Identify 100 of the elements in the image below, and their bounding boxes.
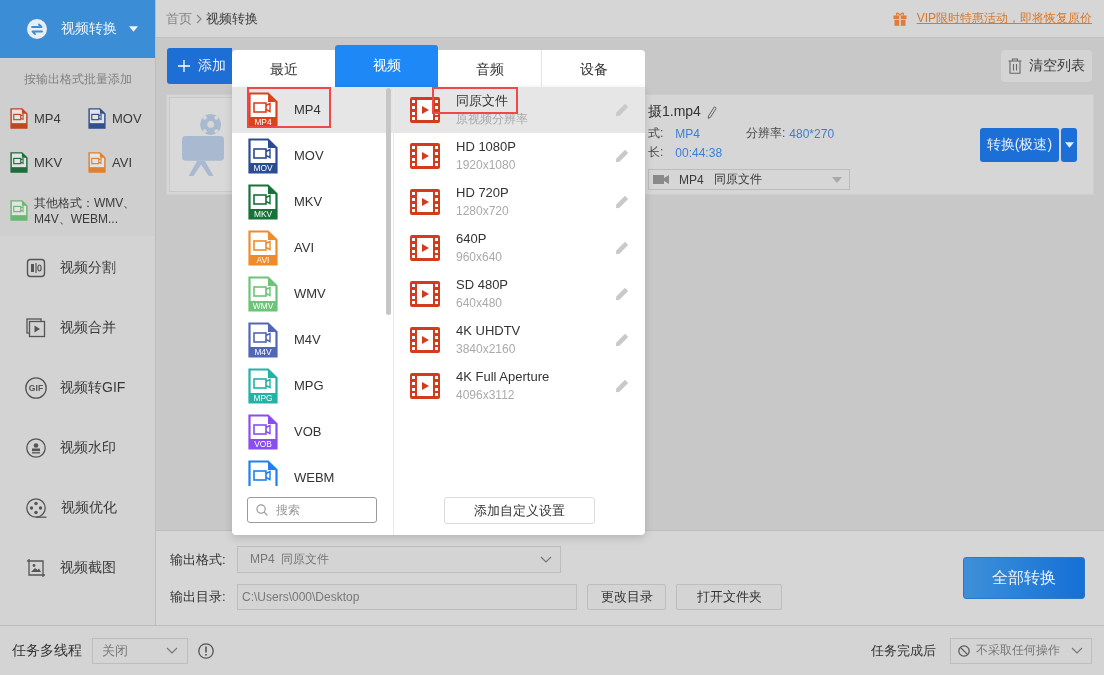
plus-icon [178,60,190,72]
category-tab[interactable]: 音频 [438,50,541,87]
resolution-value: 480*270 [789,126,835,141]
preset-name: 640P [456,230,488,248]
swap-arrows-icon [27,19,47,39]
format-option[interactable]: MPG MPG [232,363,393,409]
format-option[interactable]: MOV MOV [232,133,393,179]
preset-option[interactable]: 4K UHDTV 3840x2160 [394,317,645,363]
multithread-label: 任务多线程 [12,641,82,660]
video-file-icon: AVI [248,230,278,266]
search-field[interactable]: 搜索 [247,497,377,523]
chevron-down-icon [1071,647,1083,654]
sidebar-item[interactable]: GIF 视频转GIF [0,358,155,418]
caret-down-icon [129,26,138,32]
sidebar-item[interactable]: 视频分割 [0,238,155,298]
preset-resolution: 960x640 [456,249,503,266]
output-preset-select[interactable]: MP4 同原文件 [648,169,850,190]
format-option[interactable]: MKV MKV [232,179,393,225]
format-option[interactable]: WEBM [232,455,393,488]
film-reel-icon [26,498,47,518]
pencil-icon[interactable] [615,333,629,347]
convert-options-button[interactable] [1061,127,1077,162]
film-strip-icon [410,373,440,399]
sidebar-item[interactable]: 视频截图 [0,538,155,598]
chevron-down-icon [166,647,178,654]
chevron-right-icon [196,13,202,24]
open-folder-button[interactable]: 打开文件夹 [676,583,782,610]
format-shortcut[interactable]: 其他格式：WMV、M4V、WEBM... [0,184,155,237]
output-format-label: 输出格式: [170,550,227,569]
breadcrumb-current: 视频转换 [206,9,258,28]
chevron-down-icon [540,556,552,563]
pencil-icon[interactable] [615,149,629,163]
film-strip-icon [410,327,440,353]
info-icon[interactable] [198,642,214,659]
caret-down-icon [1064,141,1074,148]
preset-name: 同原文件 [456,92,509,110]
format-option[interactable]: AVI AVI [232,225,393,271]
format-option[interactable]: MP4 MP4 [232,87,393,133]
sidebar-item[interactable]: 视频水印 [0,418,155,478]
resolution-label: 分辨率: [746,125,786,142]
video-file-icon: M4V [248,322,278,358]
image-crop-icon [26,558,46,578]
category-tab[interactable]: 设备 [541,50,645,87]
add-custom-preset-button[interactable]: 添加自定义设置 [444,497,595,524]
format-option[interactable]: M4V M4V [232,317,393,363]
gif-icon: GIF [25,377,47,399]
batch-add-label: 按输出格式批量添加 [22,71,133,88]
change-folder-button[interactable]: 更改目录 [587,583,666,610]
preset-name: 4K UHDTV [456,322,521,340]
file-name: 摄1.mp4 [648,103,701,121]
split-clip-icon [26,258,46,278]
preset-resolution: 640x480 [456,295,504,312]
search-icon [256,504,268,516]
preset-resolution: 1280x720 [456,203,509,220]
preset-name: 4K Full Aperture [456,368,550,386]
scrollbar-thumb[interactable] [386,88,391,315]
gift-icon [892,11,907,26]
format-shortcut[interactable]: MP4 [0,96,78,140]
category-tab[interactable]: 最近 [232,50,335,87]
format-option[interactable]: VOB VOB [232,409,393,455]
preset-name: HD 720P [456,184,509,202]
film-strip-icon [410,189,440,215]
sidebar-item[interactable]: 视频合并 [0,298,155,358]
preset-name: HD 1080P [456,138,516,156]
format-label: 式: [648,125,664,142]
stamp-icon [26,438,46,458]
preset-option[interactable]: HD 720P 1280x720 [394,179,645,225]
film-strip-icon [410,235,440,261]
preset-option[interactable]: HD 1080P 1920x1080 [394,133,645,179]
format-shortcut[interactable]: MKV [0,140,78,184]
format-shortcut[interactable]: AVI [78,140,155,184]
preset-name: SD 480P [456,276,509,294]
pencil-icon[interactable] [706,104,717,120]
sidebar-item[interactable]: 视频优化 [0,478,155,538]
film-strip-icon [410,143,440,169]
film-strip-icon [410,281,440,307]
video-file-icon: VOB [248,414,278,450]
duration-label: 长: [648,144,664,161]
pencil-icon[interactable] [615,241,629,255]
video-camera-icon [653,174,669,185]
after-tasks-label: 任务完成后 [871,641,936,660]
category-tab[interactable]: 视频 [335,45,438,87]
video-file-icon: MKV [248,184,278,220]
preset-option[interactable]: 4K Full Aperture 4096x3112 [394,363,645,409]
convert-button[interactable]: 转换(极速) [980,127,1059,162]
output-folder-label: 输出目录: [170,587,227,606]
add-file-button[interactable]: 添加 [167,48,232,84]
format-shortcut[interactable]: MOV [78,96,155,140]
trash-icon [1008,58,1022,74]
pencil-icon[interactable] [615,287,629,301]
clear-list-button[interactable]: 清空列表 [1001,50,1092,82]
pencil-icon[interactable] [615,379,629,393]
convert-all-button[interactable]: 全部转换 [963,557,1085,599]
preset-option[interactable]: SD 480P 640x480 [394,271,645,317]
preset-resolution: 4096x3112 [456,387,516,404]
merge-clips-icon [26,318,46,338]
format-value: MP4 [675,126,701,141]
preset-option[interactable]: 640P 960x640 [394,225,645,271]
film-strip-icon [410,97,440,123]
format-option[interactable]: WMV WMV [232,271,393,317]
